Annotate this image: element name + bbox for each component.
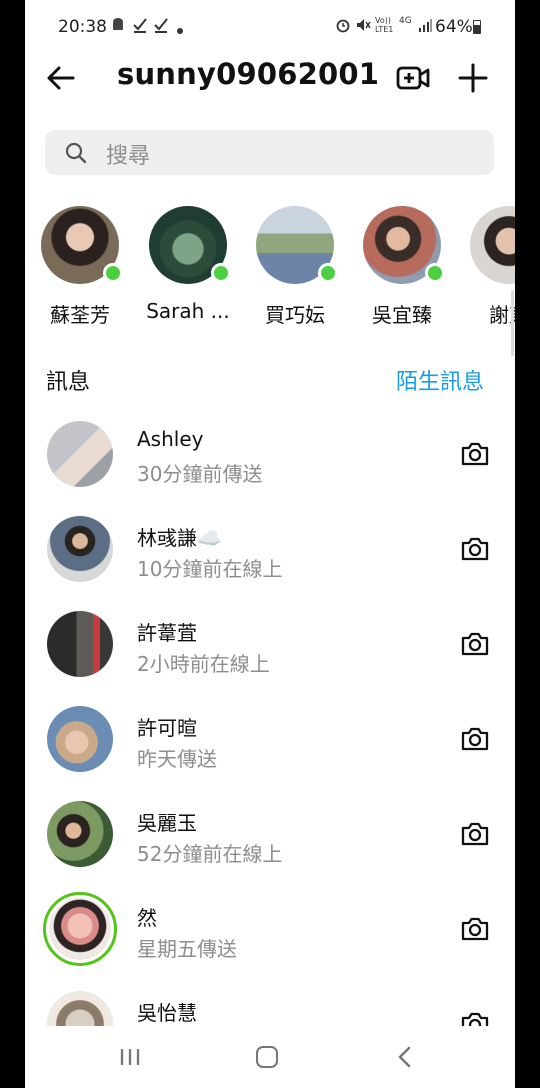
- list-item[interactable]: 許可暄 昨天傳送: [25, 706, 515, 801]
- dot-icon: [177, 22, 183, 38]
- contact-name: 許葦萓: [137, 621, 197, 645]
- online-indicator: [318, 263, 338, 283]
- contact-name: 然: [137, 906, 157, 930]
- contact-status: 星期五傳送: [137, 937, 237, 961]
- alarm-icon: [335, 17, 351, 37]
- avatar: [43, 892, 117, 966]
- messages-title: 訊息: [46, 370, 91, 395]
- online-indicator: [103, 263, 123, 283]
- camera-icon[interactable]: [459, 533, 491, 565]
- list-item[interactable]: Ashley 30分鐘前傳送: [25, 421, 515, 516]
- story-item[interactable]: Sarah ...: [138, 206, 238, 336]
- contact-name: 吳麗玉: [137, 811, 197, 835]
- contact-status: 30分鐘前傳送: [137, 462, 263, 486]
- story-name: Sarah ...: [146, 299, 230, 323]
- story-item[interactable]: 吳宜臻: [352, 206, 452, 336]
- android-icon: [111, 17, 125, 37]
- camera-icon[interactable]: [459, 818, 491, 850]
- contact-name: 吳怡慧: [137, 1001, 197, 1025]
- avatar: [47, 706, 113, 772]
- contact-name: 許可暄: [137, 716, 197, 740]
- avatar: [47, 801, 113, 867]
- camera-icon[interactable]: [459, 438, 491, 470]
- contact-name: 林彧謙☁️: [137, 526, 222, 550]
- avatar: [470, 206, 515, 284]
- video-add-icon[interactable]: [395, 60, 431, 96]
- battery-percent: 64%: [435, 17, 473, 37]
- mute-icon: [355, 17, 371, 37]
- story-name: 吳宜臻: [372, 303, 432, 327]
- search-icon: [65, 142, 87, 164]
- header: sunny09062001: [25, 56, 515, 100]
- contact-status: 昨天傳送: [137, 747, 217, 771]
- contact-status: 10分鐘前在線上: [137, 557, 283, 581]
- screen: 20:38 Vo)) LTE1 4G 64% sunny09062001 搜尋 …: [25, 0, 515, 1088]
- list-item[interactable]: 吳麗玉 52分鐘前在線上: [25, 801, 515, 896]
- contact-status: 2小時前在線上: [137, 652, 270, 676]
- back-arrow-icon[interactable]: [43, 60, 79, 96]
- check-icon: [132, 17, 148, 37]
- search-input[interactable]: 搜尋: [45, 130, 494, 175]
- story-name: 買巧妘: [265, 303, 325, 327]
- avatar: [47, 611, 113, 677]
- story-item[interactable]: 買巧妘: [245, 206, 345, 336]
- volte-icon: Vo)) LTE1: [375, 16, 394, 34]
- list-item[interactable]: 然 星期五傳送: [25, 892, 515, 991]
- recent-apps-icon[interactable]: [119, 1048, 141, 1066]
- back-icon[interactable]: [395, 1046, 415, 1068]
- system-nav-bar: [25, 1026, 515, 1088]
- home-icon[interactable]: [256, 1046, 278, 1068]
- story-name: 蘇荃芳: [50, 303, 110, 327]
- list-item[interactable]: 林彧謙☁️ 10分鐘前在線上: [25, 516, 515, 611]
- message-requests-link[interactable]: 陌生訊息: [396, 364, 484, 396]
- status-time: 20:38: [58, 17, 107, 37]
- story-item[interactable]: 蘇荃芳: [30, 206, 130, 336]
- list-item[interactable]: 許葦萓 2小時前在線上: [25, 611, 515, 706]
- contact-status: 52分鐘前在線上: [137, 842, 283, 866]
- 4g-icon: 4G: [399, 16, 412, 26]
- signal-icon: [418, 17, 432, 37]
- account-name[interactable]: sunny09062001: [117, 57, 379, 91]
- online-indicator: [425, 263, 445, 283]
- plus-icon[interactable]: [455, 60, 491, 96]
- contact-name: Ashley: [137, 427, 204, 451]
- camera-icon[interactable]: [459, 913, 491, 945]
- camera-icon[interactable]: [459, 723, 491, 755]
- battery-icon: [473, 20, 481, 34]
- online-indicator: [211, 263, 231, 283]
- search-placeholder: 搜尋: [106, 144, 151, 169]
- avatar: [47, 516, 113, 582]
- story-name: 謝東: [489, 303, 515, 327]
- check-icon: [153, 17, 169, 37]
- avatar: [47, 421, 113, 487]
- camera-icon[interactable]: [459, 628, 491, 660]
- scrollbar[interactable]: [511, 290, 514, 356]
- story-item[interactable]: 謝東: [459, 206, 515, 336]
- status-bar: 20:38 Vo)) LTE1 4G 64%: [25, 0, 515, 56]
